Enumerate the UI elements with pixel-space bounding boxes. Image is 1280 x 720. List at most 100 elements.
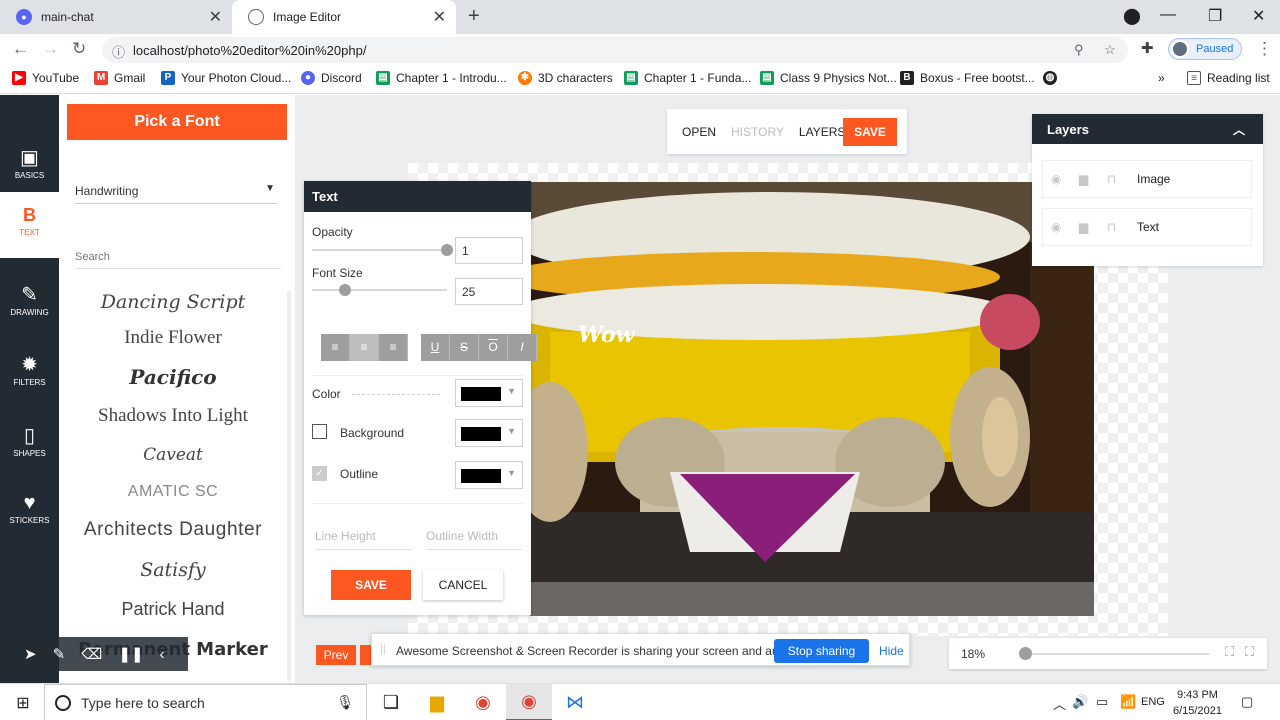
- align-center-icon[interactable]: ≡: [350, 334, 379, 361]
- back-icon[interactable]: ←: [12, 39, 29, 59]
- task-view-icon[interactable]: ❏: [368, 684, 414, 720]
- outline-color-picker[interactable]: ▼: [455, 461, 523, 489]
- opacity-slider-knob[interactable]: [441, 244, 453, 256]
- open-button[interactable]: OPEN: [682, 125, 716, 139]
- background-checkbox[interactable]: [312, 424, 327, 439]
- url-text[interactable]: localhost/photo%20editor%20in%20php/: [133, 43, 366, 58]
- layers-button[interactable]: LAYERS: [799, 125, 845, 139]
- hide-link[interactable]: Hide: [879, 644, 904, 658]
- opacity-slider[interactable]: [312, 249, 447, 251]
- layer-row-text[interactable]: ◉ ▆ ⊓ Text: [1042, 208, 1252, 246]
- underline-icon[interactable]: U: [421, 334, 450, 361]
- prev-button[interactable]: Prev: [316, 645, 356, 665]
- volume-icon[interactable]: 🔊: [1072, 694, 1088, 710]
- forward-icon[interactable]: →: [42, 39, 59, 59]
- text-color-picker[interactable]: ▼: [455, 379, 523, 407]
- layer-row-image[interactable]: ◉ ▆ ⊓ Image: [1042, 160, 1252, 198]
- restore-icon[interactable]: ❐: [1208, 6, 1222, 26]
- font-item-patrick-hand[interactable]: Patrick Hand: [67, 599, 279, 620]
- trash-icon[interactable]: ▆: [1079, 172, 1099, 186]
- close-tab-icon[interactable]: ✕: [433, 7, 446, 27]
- lock-icon[interactable]: ⊓: [1107, 172, 1127, 186]
- battery-icon[interactable]: ▭: [1096, 694, 1108, 710]
- microphone-icon[interactable]: 🎙: [336, 694, 354, 711]
- eraser-icon[interactable]: ⌫: [81, 645, 102, 663]
- close-tab-icon[interactable]: ✕: [209, 7, 222, 27]
- info-icon[interactable]: ⓘ: [112, 42, 125, 61]
- font-search-input[interactable]: [75, 245, 281, 269]
- zoom-slider-knob[interactable]: [1019, 647, 1032, 660]
- pause-icon[interactable]: ❚❚: [118, 645, 143, 663]
- language-indicator[interactable]: ENG: [1141, 696, 1165, 708]
- tab-image-editor[interactable]: Image Editor ✕: [232, 0, 456, 34]
- tab-search-icon[interactable]: ⬤: [1123, 6, 1141, 26]
- file-explorer-icon[interactable]: ▆: [414, 684, 460, 720]
- eye-icon[interactable]: ◉: [1051, 172, 1071, 186]
- layers-header[interactable]: Layers ︿: [1032, 114, 1263, 144]
- wifi-icon[interactable]: 📶: [1120, 694, 1136, 710]
- font-item-dancing-script[interactable]: Dancing Script: [67, 291, 279, 313]
- font-item-shadows-into-light[interactable]: Shadows Into Light: [67, 405, 279, 427]
- vscode-icon[interactable]: ⋈: [552, 684, 598, 720]
- notifications-icon[interactable]: ▢: [1241, 694, 1253, 710]
- pointer-icon[interactable]: ➤: [24, 645, 37, 663]
- bookmark-chapter1-intro[interactable]: ▤ Chapter 1 - Introdu...: [376, 71, 507, 85]
- drag-handle-icon[interactable]: ||: [380, 643, 386, 655]
- history-button[interactable]: HISTORY: [731, 125, 784, 139]
- nav-stickers[interactable]: ♥ STICKERS: [0, 480, 59, 546]
- trash-icon[interactable]: ▆: [1079, 220, 1099, 234]
- font-item-pacifico[interactable]: Pacifico: [67, 365, 279, 389]
- bookmark-globe[interactable]: ◍: [1043, 71, 1063, 85]
- extensions-icon[interactable]: ✚: [1141, 39, 1154, 57]
- font-item-indie-flower[interactable]: Indie Flower: [67, 327, 279, 349]
- text-save-button[interactable]: SAVE: [331, 570, 411, 600]
- chrome-icon[interactable]: ◉: [460, 684, 506, 720]
- tab-main-chat[interactable]: ● main-chat ✕: [0, 0, 232, 34]
- font-category-select[interactable]: Handwriting ▼: [75, 183, 277, 204]
- more-bookmarks-icon[interactable]: »: [1158, 71, 1165, 85]
- italic-icon[interactable]: I: [508, 334, 537, 361]
- collapse-icon[interactable]: ‹: [160, 646, 165, 663]
- strikethrough-icon[interactable]: S: [450, 334, 479, 361]
- profile-button[interactable]: Paused: [1168, 38, 1242, 60]
- canvas-text-wow[interactable]: Wow: [578, 322, 635, 348]
- reading-list[interactable]: ≡ Reading list: [1187, 71, 1270, 85]
- bookmark-gmail[interactable]: M Gmail: [94, 71, 145, 85]
- chrome-active-icon[interactable]: ◉: [506, 684, 552, 720]
- nav-drawing[interactable]: ✎ DRAWING: [0, 272, 59, 338]
- address-bar[interactable]: ⓘ localhost/photo%20editor%20in%20php/ ⚲…: [102, 37, 1128, 63]
- star-icon[interactable]: ☆: [1104, 42, 1116, 58]
- overline-icon[interactable]: O: [479, 334, 508, 361]
- menu-kebab-icon[interactable]: ⋮: [1256, 39, 1273, 59]
- eye-icon[interactable]: ◉: [1051, 220, 1071, 234]
- opacity-input[interactable]: [455, 237, 523, 264]
- bookmark-class9-physics[interactable]: ▤ Class 9 Physics Not...: [760, 71, 897, 85]
- taskbar-search[interactable]: Type here to search 🎙: [44, 684, 367, 720]
- font-size-input[interactable]: [455, 278, 523, 305]
- zoom-slider[interactable]: [1025, 653, 1209, 655]
- bookmark-photon[interactable]: P Your Photon Cloud...: [161, 71, 291, 85]
- font-item-amatic-sc[interactable]: AMATIC SC: [67, 483, 279, 501]
- font-list-scrollbar[interactable]: [287, 291, 291, 681]
- background-color-picker[interactable]: ▼: [455, 419, 523, 447]
- bookmark-discord[interactable]: ● Discord: [301, 71, 362, 85]
- zoom-icon[interactable]: ⚲: [1074, 42, 1084, 58]
- windows-start-icon[interactable]: ⊞: [0, 684, 46, 720]
- bookmark-youtube[interactable]: ▶ YouTube: [12, 71, 79, 85]
- canvas-photo[interactable]: Wow: [530, 182, 1094, 616]
- text-cancel-button[interactable]: CANCEL: [423, 570, 503, 600]
- align-right-icon[interactable]: ≡: [379, 334, 408, 361]
- new-tab-icon[interactable]: +: [468, 5, 480, 28]
- minimize-icon[interactable]: —: [1160, 6, 1176, 24]
- nav-text[interactable]: B TEXT: [0, 192, 59, 258]
- outline-checkbox[interactable]: ✓: [312, 466, 327, 481]
- font-size-slider[interactable]: [312, 289, 447, 291]
- nav-shapes[interactable]: ▯ SHAPES: [0, 413, 59, 479]
- save-button[interactable]: SAVE: [843, 118, 897, 146]
- line-height-input[interactable]: Line Height: [315, 529, 411, 550]
- pen-icon[interactable]: ✎: [53, 645, 66, 663]
- bookmark-chapter1-funda[interactable]: ▤ Chapter 1 - Funda...: [624, 71, 751, 85]
- tray-chevron-icon[interactable]: ︿: [1053, 694, 1066, 713]
- outline-width-input[interactable]: Outline Width: [426, 529, 522, 550]
- font-item-caveat[interactable]: Caveat: [67, 445, 279, 465]
